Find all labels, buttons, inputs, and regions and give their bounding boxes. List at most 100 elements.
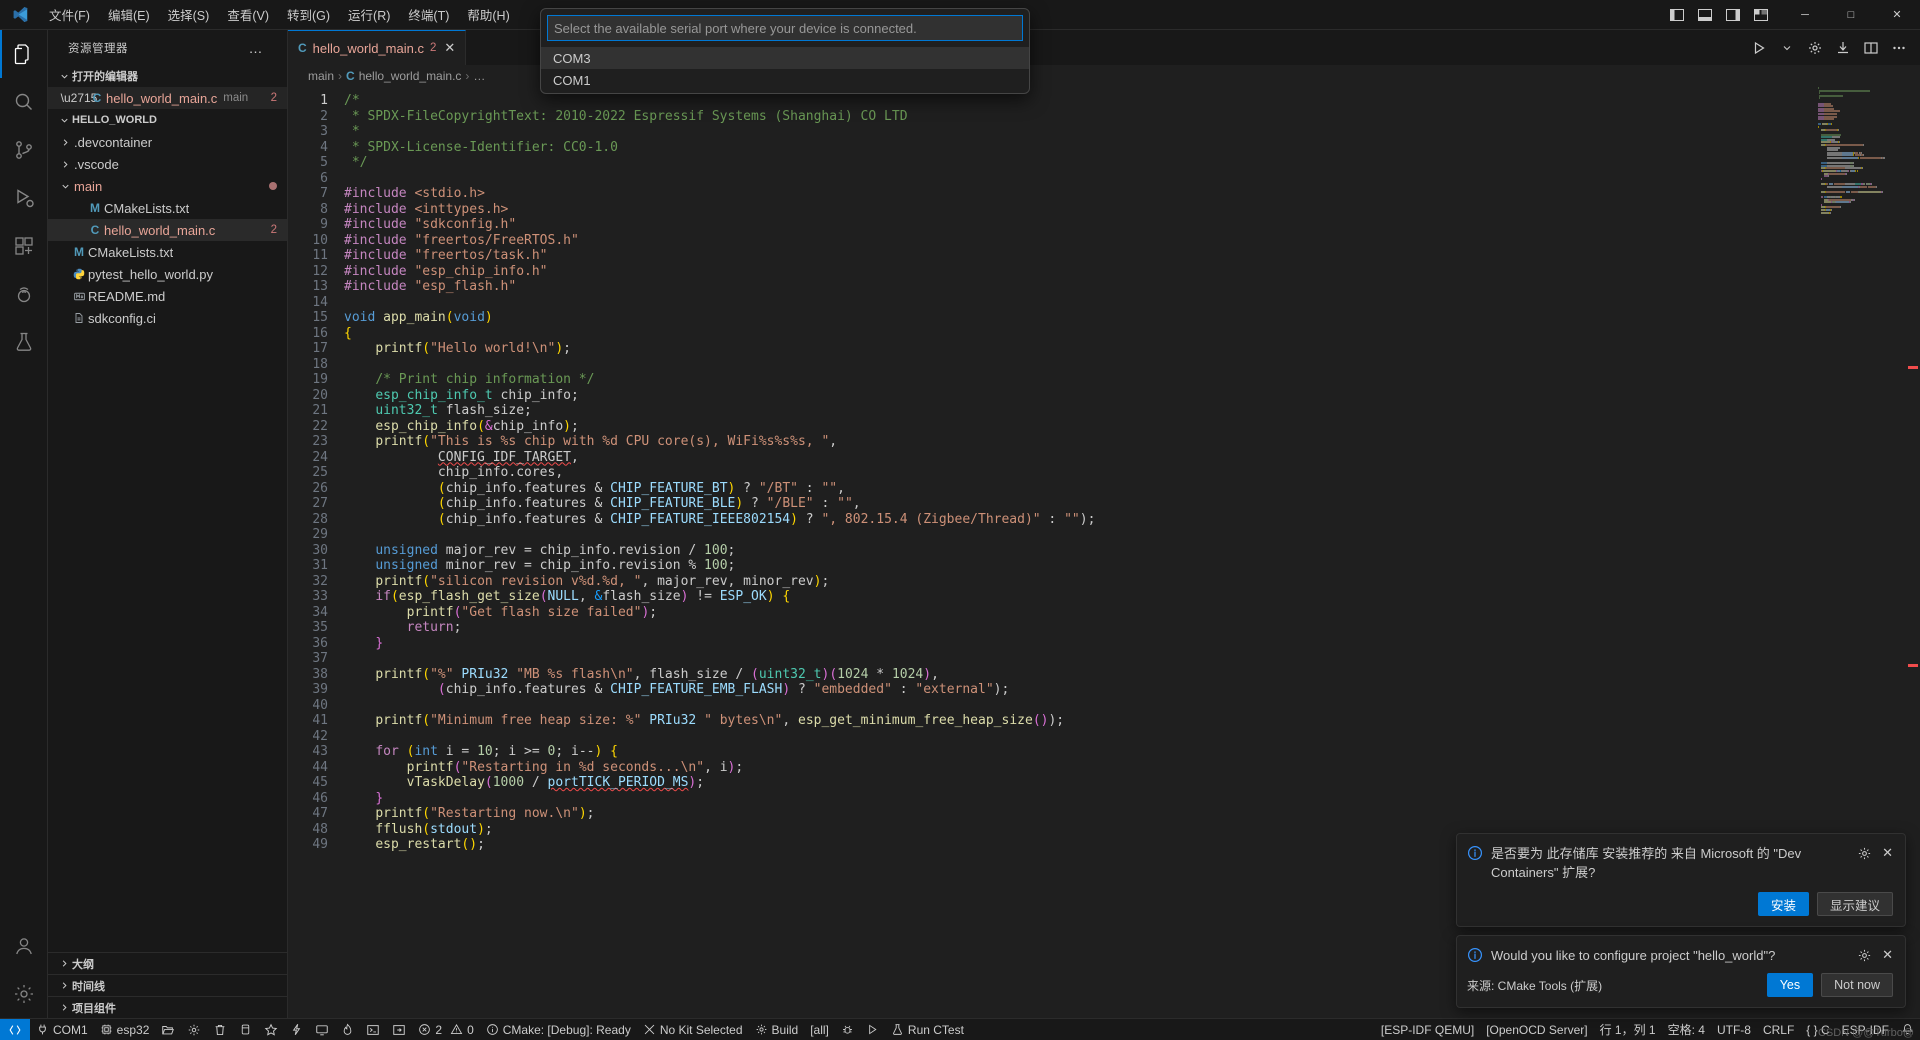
menu-help[interactable]: 帮助(H) <box>458 0 518 29</box>
status-export[interactable] <box>386 1019 412 1040</box>
gear-icon[interactable] <box>1802 35 1828 61</box>
status-language-mode[interactable]: { } C <box>1800 1019 1835 1040</box>
status-launch[interactable] <box>860 1019 885 1040</box>
window-maximize-button[interactable]: □ <box>1828 0 1874 30</box>
toggle-panel-icon[interactable] <box>1692 2 1718 28</box>
code-line: for (int i = 10; i >= 0; i--) { <box>344 744 1920 760</box>
split-editor-icon[interactable] <box>1858 35 1884 61</box>
timeline-section-header[interactable]: 时间线 <box>48 974 287 996</box>
install-button[interactable]: 安装 <box>1757 892 1809 916</box>
yes-button[interactable]: Yes <box>1766 973 1814 997</box>
activity-bar-item-manage[interactable] <box>0 970 48 1018</box>
line-number: 22 <box>312 418 328 434</box>
status-qemu[interactable]: [ESP-IDF QEMU] <box>1375 1019 1480 1040</box>
status-terminal[interactable] <box>360 1019 386 1040</box>
menu-edit[interactable]: 编辑(E) <box>99 0 159 29</box>
status-cmake[interactable]: CMake: [Debug]: Ready <box>480 1019 637 1040</box>
breadcrumb-item-symbol[interactable]: … <box>473 69 485 83</box>
activity-bar-item-extensions[interactable] <box>0 222 48 270</box>
status-eol[interactable]: CRLF <box>1757 1019 1800 1040</box>
status-flash[interactable] <box>258 1019 284 1040</box>
tree-item-vscode[interactable]: .vscode <box>48 153 287 175</box>
not-now-button[interactable]: Not now <box>1821 973 1893 997</box>
activity-bar-item-espressif[interactable] <box>0 270 48 318</box>
quick-pick-option-com1[interactable]: COM1 <box>541 69 1029 91</box>
status-indentation[interactable]: 空格: 4 <box>1662 1019 1711 1040</box>
close-icon[interactable]: ✕ <box>1882 845 1893 861</box>
status-problems[interactable]: 2 0 <box>412 1019 479 1040</box>
breadcrumb-item-main[interactable]: main <box>308 69 334 83</box>
status-remote-indicator[interactable] <box>0 1018 30 1040</box>
status-build-target[interactable]: [all] <box>804 1019 835 1040</box>
status-debug[interactable] <box>335 1019 360 1040</box>
status-encoding[interactable]: UTF-8 <box>1711 1019 1757 1040</box>
status-kit[interactable]: No Kit Selected <box>637 1019 749 1040</box>
status-menuconfig[interactable] <box>181 1019 207 1040</box>
toggle-secondary-sidebar-icon[interactable] <box>1720 2 1746 28</box>
status-monitor[interactable] <box>309 1019 335 1040</box>
status-cursor-position[interactable]: 行 1，列 1 <box>1594 1019 1662 1040</box>
activity-bar-item-explorer[interactable] <box>0 30 48 78</box>
gear-icon[interactable] <box>1857 846 1872 861</box>
activity-bar-item-search[interactable] <box>0 78 48 126</box>
close-icon[interactable]: \u2715 <box>61 91 98 105</box>
menu-go[interactable]: 转到(G) <box>278 0 339 29</box>
tab-hello-world-main-c[interactable]: C hello_world_main.c 2 ✕ <box>288 30 467 65</box>
tree-item-main-folder[interactable]: main <box>48 175 287 197</box>
tree-item-devcontainer[interactable]: .devcontainer <box>48 131 287 153</box>
activity-bar-item-source-control[interactable] <box>0 126 48 174</box>
status-ctest[interactable]: Run CTest <box>885 1019 970 1040</box>
status-target[interactable]: esp32 <box>94 1019 156 1040</box>
status-build-cmake[interactable]: Build <box>749 1019 805 1040</box>
tree-item-root-cmakelists[interactable]: M CMakeLists.txt <box>48 241 287 263</box>
status-open-folder[interactable] <box>155 1019 181 1040</box>
code-line: void app_main(void) <box>344 310 1920 326</box>
status-notifications[interactable] <box>1895 1019 1920 1040</box>
customize-layout-icon[interactable] <box>1748 2 1774 28</box>
chevron-down-icon[interactable] <box>1774 35 1800 61</box>
window-close-button[interactable]: ✕ <box>1874 0 1920 30</box>
show-recommendations-button[interactable]: 显示建议 <box>1816 892 1893 916</box>
close-icon[interactable]: ✕ <box>444 40 455 56</box>
status-espidf[interactable]: ESP-IDF <box>1836 1019 1895 1040</box>
more-actions-icon[interactable] <box>1886 35 1912 61</box>
breadcrumb-item-file[interactable]: C hello_world_main.c <box>346 69 461 83</box>
gear-icon[interactable] <box>1857 948 1872 963</box>
menu-run[interactable]: 运行(R) <box>339 0 399 29</box>
sidebar-more-actions-icon[interactable]: … <box>245 40 268 56</box>
code-token: ( <box>422 821 431 837</box>
toggle-primary-sidebar-icon[interactable] <box>1664 2 1690 28</box>
project-components-section-header[interactable]: 项目组件 <box>48 996 287 1018</box>
code-token: PRIu32 <box>461 666 509 682</box>
activity-bar-item-accounts[interactable] <box>0 922 48 970</box>
overview-ruler[interactable] <box>1906 87 1920 1018</box>
quick-pick-option-com3[interactable]: COM3 <box>541 47 1029 69</box>
outline-section-header[interactable]: 大纲 <box>48 952 287 974</box>
status-debug-cmake[interactable] <box>835 1019 860 1040</box>
tree-item-sdkconfig-ci[interactable]: sdkconfig.ci <box>48 307 287 329</box>
menu-selection[interactable]: 选择(S) <box>159 0 219 29</box>
workspace-section-header[interactable]: HELLO_WORLD <box>48 109 287 131</box>
code-token: #include <box>344 232 407 248</box>
activity-bar-item-run-debug[interactable] <box>0 174 48 222</box>
activity-bar-item-testing[interactable] <box>0 318 48 366</box>
open-editors-section-header[interactable]: 打开的编辑器 <box>48 65 287 87</box>
run-play-icon[interactable] <box>1746 35 1772 61</box>
quick-pick-input[interactable] <box>547 15 1023 41</box>
status-fullclean[interactable] <box>207 1019 233 1040</box>
status-serial-port[interactable]: COM1 <box>30 1019 94 1040</box>
status-build[interactable] <box>233 1019 258 1040</box>
window-minimize-button[interactable]: ─ <box>1782 0 1828 30</box>
menu-view[interactable]: 查看(V) <box>218 0 278 29</box>
close-icon[interactable]: ✕ <box>1882 947 1893 963</box>
menu-file[interactable]: 文件(F) <box>40 0 99 29</box>
tree-item-pytest-hello-world[interactable]: pytest_hello_world.py <box>48 263 287 285</box>
export-icon[interactable] <box>1830 35 1856 61</box>
menu-terminal[interactable]: 终端(T) <box>399 0 458 29</box>
tree-item-readme[interactable]: README.md <box>48 285 287 307</box>
status-openocd[interactable]: [OpenOCD Server] <box>1480 1019 1593 1040</box>
status-flash-device[interactable] <box>284 1019 309 1040</box>
tree-item-main-cmakelists[interactable]: M CMakeLists.txt <box>48 197 287 219</box>
open-editor-item-hello-world-main-c[interactable]: \u2715 C hello_world_main.c main 2 <box>48 87 287 109</box>
tree-item-hello-world-main-c[interactable]: C hello_world_main.c 2 <box>48 219 287 241</box>
